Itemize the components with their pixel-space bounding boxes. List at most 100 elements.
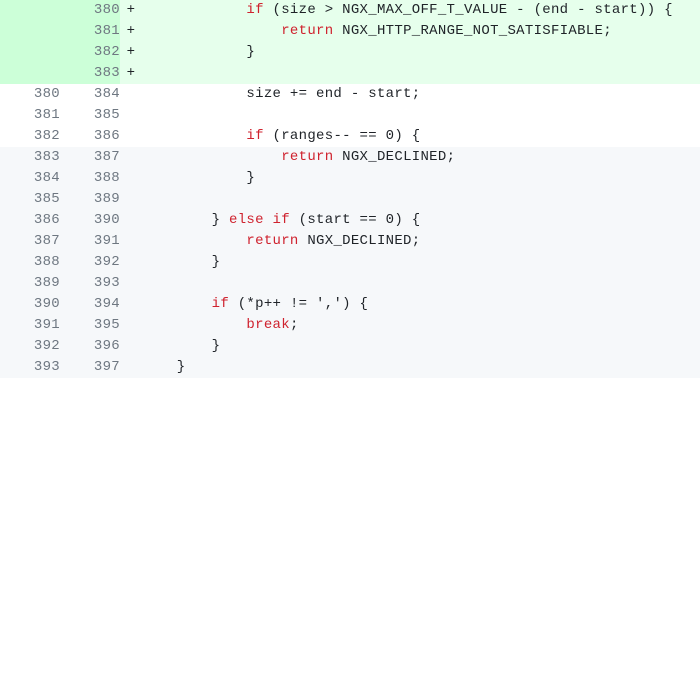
diff-row[interactable]: 383+ xyxy=(0,63,700,84)
old-line-number[interactable]: 383 xyxy=(0,147,60,168)
old-line-number[interactable] xyxy=(0,42,60,63)
code-cell[interactable]: return NGX_DECLINED; xyxy=(142,231,700,252)
code-cell[interactable]: } xyxy=(142,336,700,357)
code-token xyxy=(142,233,246,249)
keyword-token: else if xyxy=(229,212,290,228)
code-cell[interactable]: if (ranges-- == 0) { xyxy=(142,126,700,147)
keyword-token: if xyxy=(212,296,229,312)
new-line-number[interactable]: 393 xyxy=(60,273,120,294)
new-line-number[interactable]: 387 xyxy=(60,147,120,168)
old-line-number[interactable]: 380 xyxy=(0,84,60,105)
new-line-number[interactable]: 396 xyxy=(60,336,120,357)
old-line-number[interactable]: 382 xyxy=(0,126,60,147)
diff-marker xyxy=(120,231,142,252)
diff-marker xyxy=(120,252,142,273)
code-token: } xyxy=(142,359,186,375)
new-line-number[interactable]: 383 xyxy=(60,63,120,84)
diff-row[interactable]: 391395 break; xyxy=(0,315,700,336)
code-token xyxy=(142,2,246,18)
diff-row[interactable]: 393397 } xyxy=(0,357,700,378)
diff-row[interactable]: 380+ if (size > NGX_MAX_OFF_T_VALUE - (e… xyxy=(0,0,700,21)
diff-row[interactable]: 381385 xyxy=(0,105,700,126)
code-token: (ranges-- == 0) { xyxy=(264,128,421,144)
code-cell[interactable] xyxy=(142,63,700,84)
diff-row[interactable]: 392396 } xyxy=(0,336,700,357)
code-cell[interactable]: } xyxy=(142,357,700,378)
old-line-number[interactable]: 386 xyxy=(0,210,60,231)
old-line-number[interactable]: 389 xyxy=(0,273,60,294)
diff-row[interactable]: 384388 } xyxy=(0,168,700,189)
diff-marker xyxy=(120,84,142,105)
diff-row[interactable]: 383387 return NGX_DECLINED; xyxy=(0,147,700,168)
diff-row[interactable]: 382386 if (ranges-- == 0) { xyxy=(0,126,700,147)
code-cell[interactable]: } xyxy=(142,42,700,63)
diff-row[interactable]: 387391 return NGX_DECLINED; xyxy=(0,231,700,252)
code-token xyxy=(142,149,281,165)
diff-marker xyxy=(120,294,142,315)
diff-row[interactable]: 388392 } xyxy=(0,252,700,273)
code-token xyxy=(142,128,246,144)
new-line-number[interactable]: 397 xyxy=(60,357,120,378)
code-cell[interactable]: size += end - start; xyxy=(142,84,700,105)
code-cell[interactable]: } xyxy=(142,252,700,273)
diff-row[interactable]: 389393 xyxy=(0,273,700,294)
diff-marker xyxy=(120,126,142,147)
diff-row[interactable]: 386390 } else if (start == 0) { xyxy=(0,210,700,231)
code-cell[interactable] xyxy=(142,189,700,210)
diff-marker xyxy=(120,168,142,189)
code-cell[interactable]: } else if (start == 0) { xyxy=(142,210,700,231)
new-line-number[interactable]: 380 xyxy=(60,0,120,21)
code-token xyxy=(142,23,281,39)
code-token: } xyxy=(142,212,229,228)
old-line-number[interactable]: 391 xyxy=(0,315,60,336)
old-line-number[interactable] xyxy=(0,0,60,21)
diff-row[interactable]: 382+ } xyxy=(0,42,700,63)
code-token: } xyxy=(142,44,255,60)
code-token xyxy=(142,317,246,333)
new-line-number[interactable]: 385 xyxy=(60,105,120,126)
new-line-number[interactable]: 382 xyxy=(60,42,120,63)
code-cell[interactable]: return NGX_HTTP_RANGE_NOT_SATISFIABLE; xyxy=(142,21,700,42)
code-token: NGX_DECLINED; xyxy=(333,149,455,165)
old-line-number[interactable]: 388 xyxy=(0,252,60,273)
diff-row[interactable]: 390394 if (*p++ != ',') { xyxy=(0,294,700,315)
diff-marker xyxy=(120,357,142,378)
old-line-number[interactable]: 384 xyxy=(0,168,60,189)
old-line-number[interactable]: 390 xyxy=(0,294,60,315)
code-token: NGX_HTTP_RANGE_NOT_SATISFIABLE; xyxy=(333,23,611,39)
new-line-number[interactable]: 384 xyxy=(60,84,120,105)
new-line-number[interactable]: 395 xyxy=(60,315,120,336)
new-line-number[interactable]: 389 xyxy=(60,189,120,210)
diff-marker xyxy=(120,273,142,294)
code-cell[interactable]: } xyxy=(142,168,700,189)
code-cell[interactable]: if (*p++ != ',') { xyxy=(142,294,700,315)
old-line-number[interactable] xyxy=(0,63,60,84)
diff-row[interactable]: 385389 xyxy=(0,189,700,210)
code-cell[interactable]: if (size > NGX_MAX_OFF_T_VALUE - (end - … xyxy=(142,0,700,21)
diff-marker: + xyxy=(120,63,142,84)
old-line-number[interactable]: 393 xyxy=(0,357,60,378)
code-token: } xyxy=(142,170,255,186)
diff-marker xyxy=(120,336,142,357)
new-line-number[interactable]: 388 xyxy=(60,168,120,189)
new-line-number[interactable]: 392 xyxy=(60,252,120,273)
new-line-number[interactable]: 381 xyxy=(60,21,120,42)
new-line-number[interactable]: 391 xyxy=(60,231,120,252)
diff-marker: + xyxy=(120,42,142,63)
old-line-number[interactable]: 381 xyxy=(0,105,60,126)
new-line-number[interactable]: 386 xyxy=(60,126,120,147)
code-cell[interactable] xyxy=(142,273,700,294)
new-line-number[interactable]: 394 xyxy=(60,294,120,315)
code-cell[interactable]: break; xyxy=(142,315,700,336)
keyword-token: if xyxy=(246,128,263,144)
code-cell[interactable] xyxy=(142,105,700,126)
diff-marker: + xyxy=(120,21,142,42)
new-line-number[interactable]: 390 xyxy=(60,210,120,231)
old-line-number[interactable] xyxy=(0,21,60,42)
old-line-number[interactable]: 385 xyxy=(0,189,60,210)
code-cell[interactable]: return NGX_DECLINED; xyxy=(142,147,700,168)
diff-row[interactable]: 380384 size += end - start; xyxy=(0,84,700,105)
old-line-number[interactable]: 387 xyxy=(0,231,60,252)
old-line-number[interactable]: 392 xyxy=(0,336,60,357)
diff-row[interactable]: 381+ return NGX_HTTP_RANGE_NOT_SATISFIAB… xyxy=(0,21,700,42)
